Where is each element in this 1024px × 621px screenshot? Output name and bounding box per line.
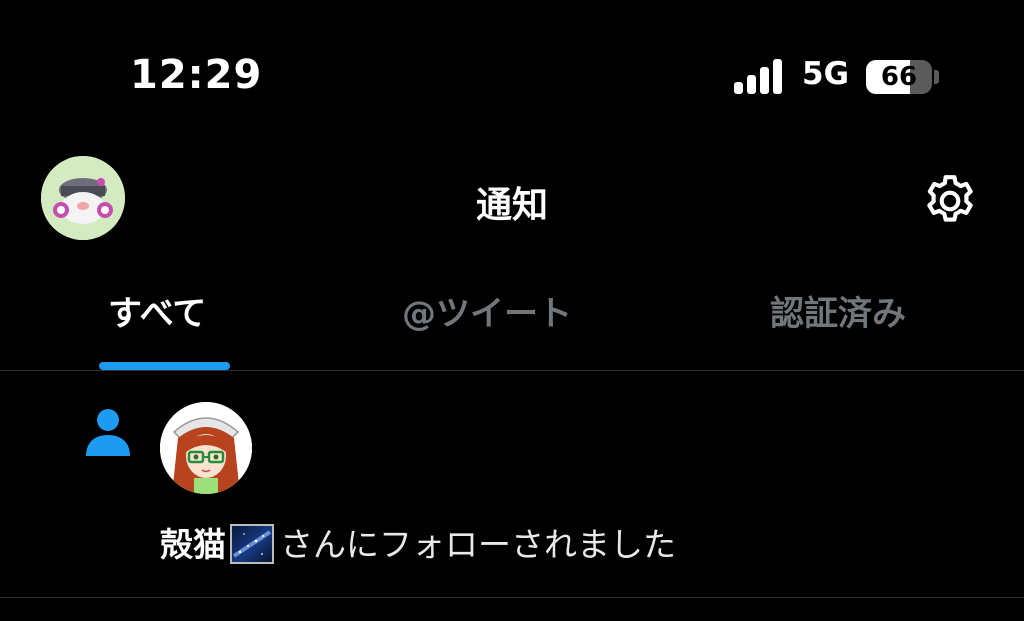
gear-icon bbox=[927, 175, 973, 222]
person-icon bbox=[84, 406, 132, 458]
page-title: 通知 bbox=[475, 185, 548, 226]
notifications-screen: 12:29 5G 66 通知 すべて @ツイート 認証済み 殻猫 さんにフォロー… bbox=[0, 0, 1024, 621]
person-icon-glyph bbox=[86, 409, 130, 456]
tab-verified[interactable]: 認証済み bbox=[770, 292, 906, 336]
network-type: 5G bbox=[802, 56, 850, 92]
signal-bar bbox=[747, 75, 756, 94]
cellular-signal-icon bbox=[734, 58, 788, 94]
profile-avatar[interactable] bbox=[41, 156, 125, 240]
signal-bar bbox=[734, 82, 743, 94]
battery-icon: 66 bbox=[866, 60, 932, 94]
follow-message: さんにフォローされました bbox=[280, 525, 676, 564]
item-divider bbox=[0, 597, 1024, 598]
status-time: 12:29 bbox=[130, 52, 263, 98]
milky-way-emoji-image bbox=[232, 530, 272, 558]
active-tab-indicator bbox=[99, 362, 230, 370]
signal-bar bbox=[773, 59, 782, 94]
user-avatar-image bbox=[160, 402, 252, 494]
tabs-divider bbox=[0, 370, 1024, 371]
battery-percent: 66 bbox=[880, 62, 918, 92]
settings-button[interactable] bbox=[919, 170, 981, 232]
milky-way-emoji bbox=[230, 524, 274, 564]
profile-avatar-image bbox=[41, 156, 125, 240]
tab-all[interactable]: すべて bbox=[108, 292, 206, 336]
user-avatar[interactable] bbox=[160, 402, 252, 494]
tab-mentions[interactable]: @ツイート bbox=[402, 292, 572, 336]
notification-text: 殻猫 さんにフォローされました bbox=[160, 522, 960, 568]
signal-bar bbox=[760, 67, 769, 94]
battery-tip bbox=[934, 70, 939, 84]
follower-username[interactable]: 殻猫 bbox=[160, 525, 226, 564]
